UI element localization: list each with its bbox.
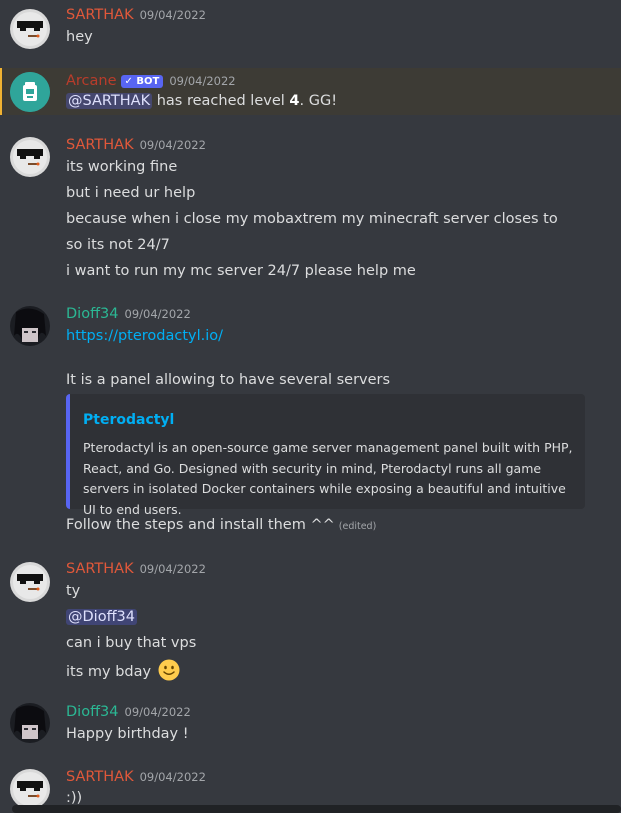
message-text: Happy birthday !: [66, 726, 189, 742]
followup-text: Follow the steps and install them ^^: [66, 517, 335, 533]
avatar[interactable]: [10, 9, 50, 49]
message-1: SARTHAK 09/04/2022 hey: [0, 0, 621, 60]
message-text: can i buy that vps: [66, 635, 197, 651]
bot-robot-icon: [10, 72, 50, 112]
message-3: SARTHAK 09/04/2022 its working fine but i…: [0, 130, 621, 290]
message-text: Follow the steps and install them ^^ (edi…: [66, 517, 376, 533]
message-text: its my bday: [66, 659, 180, 681]
text-fragment: . GG!: [299, 93, 338, 109]
user-mention[interactable]: @Dioff34: [66, 609, 138, 625]
message-text-fragment: its my bday: [66, 664, 152, 680]
message-6: Dioff34 09/04/2022 Happy birthday !: [0, 697, 621, 752]
message-5: SARTHAK 09/04/2022 ty @Dioff34 can i buy …: [0, 555, 621, 685]
author-line: SARTHAK 09/04/2022: [66, 561, 206, 577]
dioff-avatar-icon: [10, 306, 50, 346]
author-line: Dioff34 09/04/2022: [66, 306, 191, 322]
embed-title[interactable]: Pterodactyl: [83, 412, 174, 428]
avatar[interactable]: [10, 562, 50, 602]
pterodactyl-link[interactable]: https://pterodactyl.io/: [66, 328, 223, 344]
avatar[interactable]: [10, 137, 50, 177]
message-text: @SARTHAK has reached level 4. GG!: [66, 93, 337, 109]
author-name[interactable]: SARTHAK: [66, 137, 134, 153]
author-line: SARTHAK 09/04/2022: [66, 7, 206, 23]
timestamp: 09/04/2022: [124, 307, 191, 321]
slightly-smiling-face-icon[interactable]: [158, 659, 180, 681]
timestamp: 09/04/2022: [139, 562, 206, 576]
message-text: :)): [66, 790, 83, 806]
sarthak-avatar-icon: [10, 769, 50, 809]
sarthak-avatar-icon: [10, 9, 50, 49]
author-name[interactable]: SARTHAK: [66, 7, 134, 23]
message-text: but i need ur help: [66, 185, 196, 201]
message-text: It is a panel allowing to have several s…: [66, 372, 391, 388]
author-name[interactable]: SARTHAK: [66, 561, 134, 577]
message-text: @Dioff34: [66, 609, 138, 625]
avatar[interactable]: [10, 703, 50, 743]
timestamp: 09/04/2022: [139, 8, 206, 22]
author-name[interactable]: Arcane: [66, 73, 117, 89]
level-number: 4: [289, 93, 300, 109]
author-name[interactable]: SARTHAK: [66, 769, 134, 785]
author-name[interactable]: Dioff34: [66, 306, 119, 322]
sarthak-avatar-icon: [10, 137, 50, 177]
author-name[interactable]: Dioff34: [66, 704, 119, 720]
author-line: Dioff34 09/04/2022: [66, 704, 191, 720]
avatar[interactable]: [10, 306, 50, 346]
embed-description: Pterodactyl is an open-source game serve…: [83, 440, 573, 517]
user-mention[interactable]: @SARTHAK: [66, 93, 153, 109]
timestamp: 09/04/2022: [139, 770, 206, 784]
avatar[interactable]: [10, 769, 50, 809]
message-text: hey: [66, 29, 93, 45]
avatar[interactable]: [10, 72, 50, 112]
edited-label: (edited): [338, 521, 377, 532]
text-fragment: has reached level: [152, 93, 290, 109]
timestamp: 09/04/2022: [169, 74, 236, 88]
timestamp: 09/04/2022: [139, 138, 206, 152]
bot-badge: ✓ BOT: [120, 75, 164, 88]
message-7: SARTHAK 09/04/2022 :)): [0, 763, 621, 809]
mention-highlight-bar: [0, 68, 2, 115]
message-text: its working fine: [66, 159, 178, 175]
link-embed: Pterodactyl Pterodactyl is an open-sourc…: [66, 394, 585, 517]
message-text: i want to run my mc server 24/7 please h…: [66, 263, 416, 279]
message-text: so its not 24/7: [66, 237, 170, 253]
message-link: https://pterodactyl.io/: [66, 328, 223, 344]
message-text: because when i close my mobaxtrem my min…: [66, 211, 558, 227]
author-line: SARTHAK 09/04/2022: [66, 769, 206, 785]
sarthak-avatar-icon: [10, 562, 50, 602]
message-text: ty: [66, 583, 81, 599]
horizontal-scrollbar[interactable]: [12, 805, 621, 813]
author-line: SARTHAK 09/04/2022: [66, 137, 206, 153]
timestamp: 09/04/2022: [124, 705, 191, 719]
message-2-highlighted: Arcane ✓ BOT 09/04/2022 @SARTHAK has reach…: [0, 68, 621, 115]
dioff-avatar-icon: [10, 703, 50, 743]
author-line: Arcane ✓ BOT 09/04/2022: [66, 73, 236, 89]
